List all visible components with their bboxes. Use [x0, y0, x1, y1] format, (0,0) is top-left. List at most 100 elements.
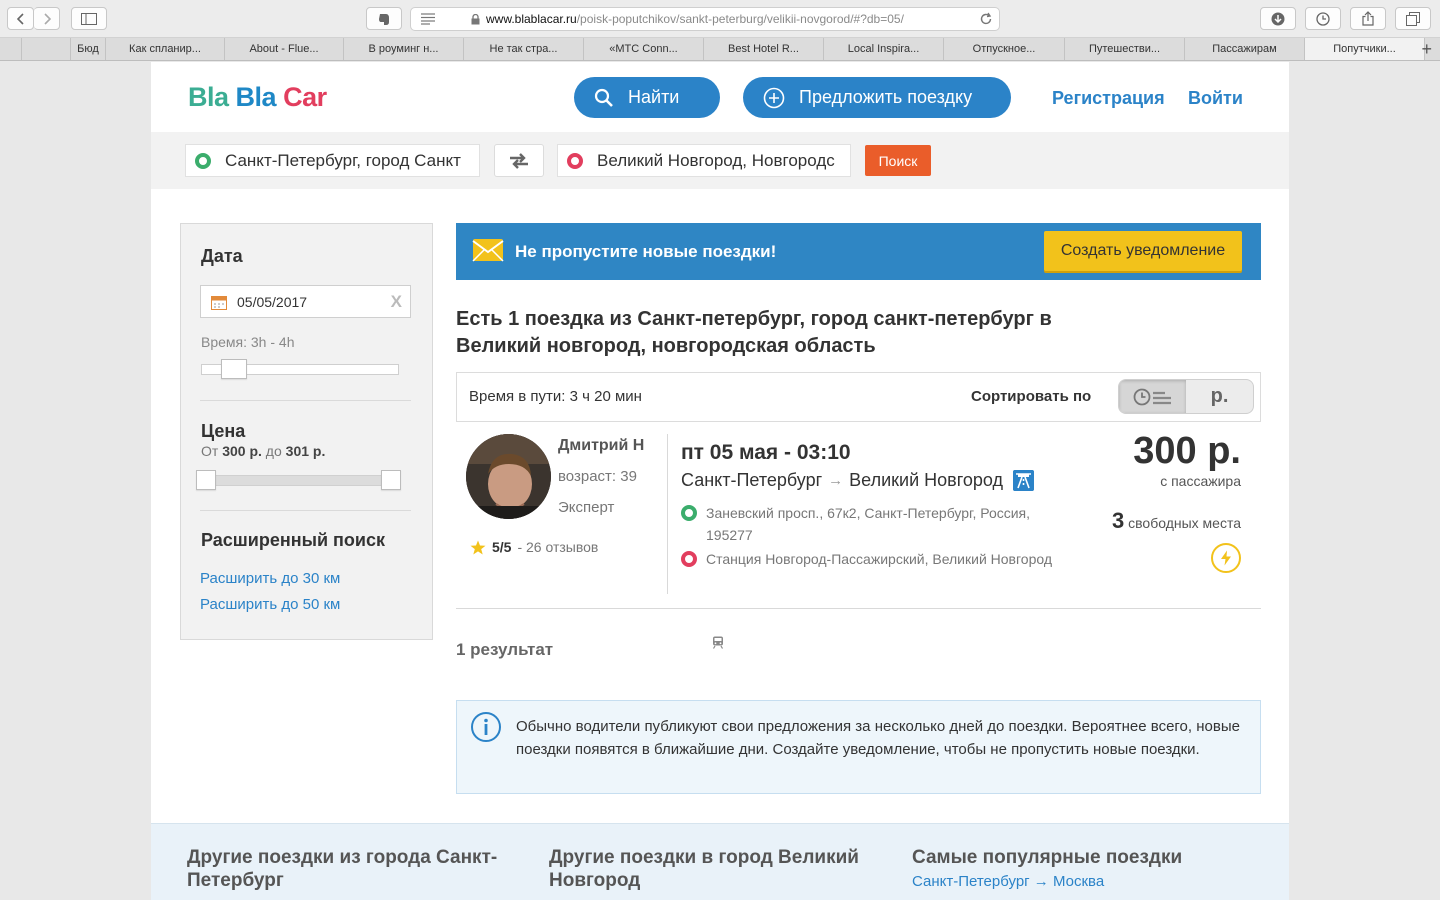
expand-50km-link[interactable]: Расширить до 50 км: [200, 596, 340, 613]
origin-marker-icon: [195, 152, 211, 169]
sort-toggle: р.: [1118, 379, 1254, 414]
tabs-overview-button[interactable]: [1395, 7, 1431, 30]
url-path: /poisk-poputchikov/sankt-peterburg/velik…: [576, 12, 904, 26]
highway-icon: [1013, 470, 1035, 491]
driver-photo: [466, 434, 551, 519]
tab[interactable]: [22, 38, 71, 60]
create-alert-button[interactable]: Создать уведомление: [1044, 231, 1242, 271]
new-tab-button[interactable]: +: [1421, 38, 1432, 60]
pickup-point: Заневский просп., 67к2, Санкт-Петербург,…: [681, 502, 1076, 546]
reviews-count: - 26 отзывов: [517, 539, 599, 555]
tab[interactable]: [0, 38, 22, 60]
dropoff-address: Станция Новгород-Пассажирский, Великий Н…: [706, 551, 1053, 567]
address-bar[interactable]: www.blablacar.ru/poisk-poputchikov/sankt…: [410, 7, 1000, 31]
to-input[interactable]: Великий Новгород, Новгородс: [557, 144, 851, 177]
star-icon: [470, 540, 486, 554]
clock-icon: [1316, 11, 1330, 26]
tab[interactable]: Пассажирам: [1185, 38, 1305, 60]
tab-bar: Бюд Как спланир... About - Flue... В роу…: [0, 38, 1440, 61]
logo-bla: Bla: [235, 82, 277, 112]
swap-button[interactable]: [494, 144, 544, 177]
back-button[interactable]: [7, 7, 34, 30]
elephant-icon: [379, 13, 389, 25]
share-button[interactable]: [1350, 7, 1386, 30]
forward-button[interactable]: [34, 7, 60, 30]
tab[interactable]: Путешестви...: [1065, 38, 1185, 60]
tab[interactable]: Не так стра...: [464, 38, 584, 60]
footer-link[interactable]: Санкт-Петербург → Москва: [912, 873, 1252, 890]
avatar[interactable]: [466, 434, 551, 519]
footer-col-title: Другие поездки из города Санкт-Петербург: [187, 847, 498, 891]
search-icon: [594, 88, 613, 107]
destination-marker-icon: [567, 152, 583, 169]
offer-ride-button[interactable]: Предложить поездку: [743, 77, 1011, 118]
offer-ride-label: Предложить поездку: [799, 87, 973, 107]
expand-30km-link[interactable]: Расширить до 30 км: [200, 570, 340, 587]
filters-panel: Дата 05/05/2017 X Время: 3h - 4h Цена От…: [180, 223, 433, 640]
tab[interactable]: Бюд: [71, 38, 106, 60]
sort-by-time-button[interactable]: [1119, 380, 1186, 413]
url-host: www.blablacar.ru: [486, 12, 577, 26]
sidebar-icon: [81, 12, 97, 25]
price-slider-track[interactable]: [201, 475, 399, 486]
tab[interactable]: Как спланир...: [106, 38, 225, 60]
lightning-icon: [1221, 550, 1231, 566]
seats-label: свободных места: [1128, 515, 1241, 531]
rating-value: 5/5: [492, 539, 512, 555]
history-button[interactable]: [1305, 7, 1341, 30]
train-icon-wrap: [712, 636, 724, 654]
chevron-right-icon: [43, 12, 51, 25]
find-button[interactable]: Найти: [574, 77, 720, 118]
register-link[interactable]: Регистрация: [1052, 88, 1165, 109]
time-slider-handle[interactable]: [221, 359, 247, 379]
driver-name[interactable]: Дмитрий Н: [558, 437, 644, 455]
search-submit-button[interactable]: Поиск: [865, 145, 931, 176]
divider: [200, 400, 411, 401]
footer-col-to: Другие поездки в город Великий Новгород: [549, 846, 889, 892]
reader-icon[interactable]: [421, 13, 435, 25]
info-box: Обычно водители публикуют свои предложен…: [456, 700, 1261, 794]
downloads-button[interactable]: [1260, 7, 1296, 30]
swap-arrows-icon: [510, 152, 528, 169]
price-slider-min-handle[interactable]: [196, 470, 216, 490]
from-input[interactable]: Санкт-Петербург, город Санкт: [185, 144, 480, 177]
footer-col-from: Другие поездки из города Санкт-Петербург: [187, 846, 527, 892]
price-per-passenger: с пассажира: [1160, 473, 1241, 489]
price-mid: до: [265, 443, 282, 459]
notification-text: Не пропустите новые поездки!: [515, 242, 777, 261]
login-link[interactable]: Войти: [1188, 88, 1243, 109]
route-from: Санкт-Петербург: [681, 470, 823, 490]
trip-datetime: пт 05 мая - 03:10: [681, 441, 851, 464]
reload-icon[interactable]: [979, 12, 993, 26]
info-icon: [471, 712, 501, 742]
evernote-extension-button[interactable]: [366, 7, 402, 30]
clear-date-button[interactable]: X: [391, 292, 402, 312]
driver-age: возраст: 39: [558, 468, 637, 485]
tab-active[interactable]: Попутчики...: [1305, 38, 1425, 60]
tab[interactable]: Local Inspira...: [824, 38, 944, 60]
price-prefix: От: [201, 443, 219, 459]
trip-price: 300 р.: [1133, 430, 1241, 472]
tab[interactable]: About - Flue...: [225, 38, 344, 60]
browser-toolbar: www.blablacar.ru/poisk-poputchikov/sankt…: [0, 0, 1440, 38]
trip-card[interactable]: Дмитрий Н возраст: 39 Эксперт 5/5 - 26 от…: [456, 424, 1261, 649]
price-min: 300 р.: [222, 443, 262, 459]
results-count: 1 результат: [456, 640, 554, 659]
tabs-icon: [1406, 11, 1420, 26]
tab[interactable]: Отпускное...: [944, 38, 1065, 60]
train-icon: [712, 636, 724, 649]
footer-col-popular: Самые популярные поездки Санкт-Петербург…: [912, 846, 1252, 890]
time-label: Время: 3h - 4h: [201, 334, 295, 350]
tab[interactable]: В роуминг н...: [344, 38, 464, 60]
price-slider-max-handle[interactable]: [381, 470, 401, 490]
sort-by-price-button[interactable]: р.: [1186, 380, 1253, 413]
to-value: Великий Новгород, Новгородс: [597, 150, 835, 170]
advanced-search-title: Расширенный поиск: [201, 530, 385, 550]
free-seats: 3 свободных места: [1112, 508, 1241, 534]
from-value: Санкт-Петербург, город Санкт: [225, 150, 461, 170]
date-input[interactable]: 05/05/2017 X: [200, 285, 411, 318]
tab[interactable]: «МТС Conn...: [584, 38, 704, 60]
logo[interactable]: Bla Bla Car: [188, 82, 327, 113]
tab[interactable]: Best Hotel R...: [704, 38, 824, 60]
sidebar-toggle-button[interactable]: [71, 7, 107, 30]
